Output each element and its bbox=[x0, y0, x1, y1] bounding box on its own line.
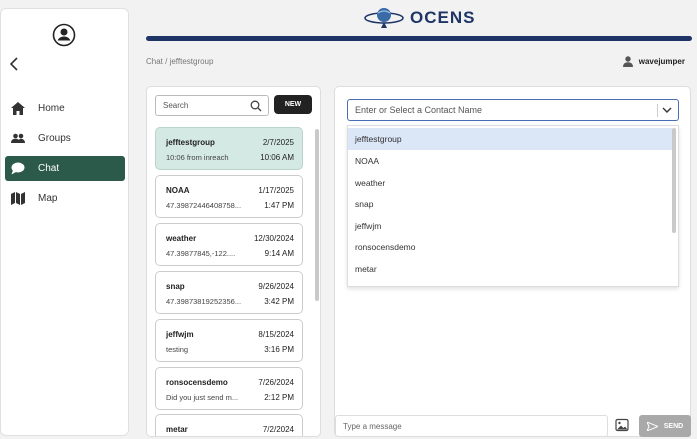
list-scrollbar[interactable] bbox=[315, 129, 319, 301]
dropdown-option[interactable]: ronsocensdemo bbox=[348, 236, 672, 258]
conversation-time: 3:16 PM bbox=[264, 345, 294, 354]
map-icon bbox=[11, 192, 25, 206]
chat-icon bbox=[11, 162, 25, 176]
conversation-preview: 10:06 from inreach bbox=[166, 153, 229, 162]
conversation-item[interactable]: weather 12/30/2024 47.39877845,-122.... … bbox=[155, 223, 303, 266]
conversation-item[interactable]: snap 9/26/2024 47.39873819252356... 3:42… bbox=[155, 271, 303, 314]
conversation-item[interactable]: NOAA 1/17/2025 47.39872446408758... 1:47… bbox=[155, 175, 303, 218]
conversation-name: snap bbox=[166, 282, 185, 291]
conversation-name: jefftestgroup bbox=[166, 138, 215, 147]
dropdown-option[interactable]: weather bbox=[348, 172, 672, 194]
conversation-preview: 47.39873819252356... bbox=[166, 297, 242, 306]
dropdown-option[interactable]: metar bbox=[348, 258, 672, 280]
conversation-time: 3:42 PM bbox=[264, 297, 294, 306]
sidebar-item-label: Chat bbox=[38, 163, 60, 174]
conversation-item[interactable]: metar 7/2/2024 bbox=[155, 414, 303, 436]
sidebar-item-map[interactable]: Map bbox=[5, 186, 125, 211]
conversation-date: 8/15/2024 bbox=[258, 330, 294, 339]
chat-panel: Enter or Select a Contact Name jefftestg… bbox=[334, 86, 691, 437]
new-conversation-button[interactable]: NEW bbox=[274, 95, 312, 114]
conversation-preview: Did you just send m... bbox=[166, 393, 239, 402]
conversation-item[interactable]: jeffwjm 8/15/2024 testing 3:16 PM bbox=[155, 319, 303, 362]
select-separator bbox=[657, 104, 658, 117]
conversation-time: 2:12 PM bbox=[264, 393, 294, 402]
user-icon bbox=[622, 56, 633, 67]
conversation-date: 9/26/2024 bbox=[258, 282, 294, 291]
sidebar-item-groups[interactable]: Groups bbox=[5, 126, 125, 151]
brand-name: OCENS bbox=[410, 8, 476, 27]
search-input[interactable]: Search bbox=[155, 95, 269, 116]
conversation-list-panel: Search NEW jefftestgroup 2/7/2025 10:06 … bbox=[146, 86, 321, 437]
conversation-date: 12/30/2024 bbox=[253, 234, 294, 243]
dropdown-option[interactable]: jeffwjm bbox=[348, 215, 672, 237]
sidebar-item-home[interactable]: Home bbox=[5, 96, 125, 121]
sidebar-item-chat[interactable]: Chat bbox=[5, 156, 125, 181]
conversation-name: weather bbox=[166, 234, 197, 243]
sidebar: Home Groups Chat Map bbox=[0, 8, 129, 436]
dropdown-option[interactable]: NOAA bbox=[348, 150, 672, 172]
dropdown-option[interactable]: jefftestgroup bbox=[348, 128, 672, 150]
message-placeholder: Type a message bbox=[343, 421, 402, 431]
conversation-date: 7/26/2024 bbox=[258, 378, 294, 387]
contact-placeholder: Enter or Select a Contact Name bbox=[355, 105, 483, 115]
contact-dropdown: jefftestgroup NOAA weather snap jeffwjm … bbox=[347, 125, 679, 287]
groups-icon bbox=[11, 132, 25, 146]
user-menu[interactable]: wavejumper bbox=[622, 56, 685, 67]
search-icon[interactable] bbox=[250, 100, 262, 114]
conversation-time: 10:06 AM bbox=[260, 153, 294, 162]
conversation-name: jeffwjm bbox=[166, 330, 194, 339]
home-icon bbox=[11, 102, 25, 116]
chevron-down-icon[interactable] bbox=[662, 104, 672, 118]
send-button[interactable]: SEND bbox=[639, 415, 691, 437]
header-divider bbox=[146, 36, 692, 41]
conversation-name: NOAA bbox=[166, 186, 190, 195]
conversation-preview: 47.39877845,-122.... bbox=[166, 249, 236, 258]
conversation-time: 1:47 PM bbox=[264, 201, 294, 210]
conversation-item[interactable]: jefftestgroup 2/7/2025 10:06 from inreac… bbox=[155, 127, 303, 170]
ocens-logo: OCENS bbox=[364, 7, 475, 29]
dropdown-option[interactable]: snap bbox=[348, 193, 672, 215]
conversation-date: 1/17/2025 bbox=[258, 186, 294, 195]
user-avatar-icon[interactable] bbox=[52, 23, 76, 47]
conversation-date: 7/2/2024 bbox=[262, 425, 294, 434]
back-chevron-icon[interactable] bbox=[9, 57, 21, 73]
send-label: SEND bbox=[663, 422, 684, 430]
dropdown-scrollbar[interactable] bbox=[672, 128, 676, 233]
message-input[interactable]: Type a message bbox=[335, 415, 608, 437]
contact-select-input[interactable]: Enter or Select a Contact Name bbox=[347, 99, 679, 121]
satellite-globe-icon bbox=[364, 8, 404, 28]
sidebar-item-label: Groups bbox=[38, 133, 71, 144]
username: wavejumper bbox=[638, 57, 685, 66]
conversation-item[interactable]: ronsocensdemo 7/26/2024 Did you just sen… bbox=[155, 367, 303, 410]
conversation-preview: testing bbox=[166, 345, 189, 354]
conversation-name: ronsocensdemo bbox=[166, 378, 228, 387]
conversation-preview: 47.39872446408758... bbox=[166, 201, 242, 210]
send-icon bbox=[646, 421, 658, 431]
search-placeholder: Search bbox=[163, 101, 189, 110]
conversation-name: metar bbox=[166, 425, 188, 434]
dropdown-option[interactable]: ... bbox=[348, 278, 672, 286]
conversation-date: 2/7/2025 bbox=[262, 138, 294, 147]
conversation-time: 9:14 AM bbox=[264, 249, 294, 258]
breadcrumb: Chat / jefftestgroup bbox=[146, 57, 214, 66]
image-attach-icon[interactable] bbox=[615, 418, 629, 432]
sidebar-item-label: Home bbox=[38, 103, 65, 114]
sidebar-item-label: Map bbox=[38, 193, 58, 204]
